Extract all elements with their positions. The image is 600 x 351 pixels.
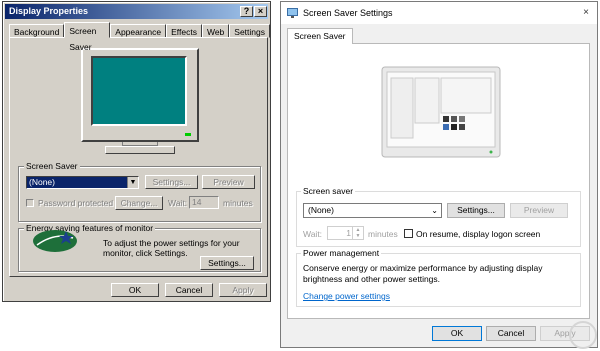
monitor-preview <box>381 66 501 158</box>
help-button[interactable]: ? <box>240 6 253 17</box>
ok-button[interactable]: OK <box>432 326 482 341</box>
preview-screen <box>91 56 187 126</box>
screen-saver-settings-window: Screen Saver Settings × Screen Saver Scr… <box>280 1 598 349</box>
logon-checkbox[interactable] <box>404 229 413 238</box>
title-bar: Display Properties ? × <box>5 4 268 19</box>
tab-background[interactable]: Background <box>9 24 65 38</box>
monitor-stand <box>105 146 175 154</box>
screen-saver-panel: Screen saver (None) ⌄ Settings... Previe… <box>287 43 590 319</box>
group-label: Screen saver <box>301 186 356 196</box>
wait-label: Wait: <box>303 229 323 239</box>
cancel-button[interactable]: Cancel <box>165 283 213 297</box>
chevron-down-icon[interactable]: ⌄ <box>431 204 438 217</box>
wait-value: 1 <box>346 228 351 238</box>
tab-screen-saver[interactable]: Screen Saver <box>64 22 111 52</box>
close-icon[interactable]: × <box>583 2 589 24</box>
apply-button[interactable]: Apply <box>219 283 267 297</box>
window-title: Display Properties <box>9 6 89 16</box>
close-button[interactable]: × <box>254 6 267 17</box>
password-checkbox[interactable] <box>26 199 34 207</box>
cancel-button[interactable]: Cancel <box>486 326 536 341</box>
power-led-icon <box>185 133 191 136</box>
watermark-icon <box>569 321 597 349</box>
energy-settings-button[interactable]: Settings... <box>200 256 254 270</box>
window-title: Screen Saver Settings <box>303 8 393 18</box>
tab-screen-saver[interactable]: Screen Saver <box>287 28 353 44</box>
group-label: Power management <box>301 248 382 258</box>
tab-effects[interactable]: Effects <box>166 24 202 38</box>
ok-button[interactable]: OK <box>111 283 159 297</box>
tab-appearance[interactable]: Appearance <box>110 24 167 38</box>
minutes-label: minutes <box>223 198 253 208</box>
preview-button[interactable]: Preview <box>202 175 255 189</box>
display-properties-window: Display Properties ? × Background Screen… <box>2 1 271 302</box>
wait-spinner[interactable]: 14 <box>189 196 219 209</box>
screen-saver-select[interactable]: (None) ▼ <box>26 176 139 189</box>
preview-button[interactable]: Preview <box>510 203 568 218</box>
logon-label: On resume, display logon screen <box>416 229 541 239</box>
selected-value: (None) <box>29 177 55 187</box>
change-power-settings-link[interactable]: Change power settings <box>303 291 390 301</box>
wait-spinner[interactable]: 1 ▲ ▼ <box>327 226 364 240</box>
power-management-group: Power management Conserve energy or maxi… <box>296 248 581 307</box>
tab-strip: Background Screen Saver Appearance Effec… <box>9 22 270 52</box>
change-button[interactable]: Change... <box>115 196 163 210</box>
energy-description: To adjust the power settings for your mo… <box>103 238 240 258</box>
group-label: Screen Saver <box>24 161 80 171</box>
tab-settings[interactable]: Settings <box>229 24 270 38</box>
spinner-arrows-icon[interactable]: ▲ ▼ <box>352 227 363 239</box>
title-bar: Screen Saver Settings × <box>281 2 597 24</box>
settings-button[interactable]: Settings... <box>145 175 198 189</box>
chevron-down-icon[interactable]: ▼ <box>127 177 138 188</box>
energy-star-logo <box>33 230 77 252</box>
selected-value: (None) <box>308 205 334 215</box>
settings-button[interactable]: Settings... <box>447 203 505 218</box>
wait-value: 14 <box>192 197 202 207</box>
monitor-preview <box>81 48 199 142</box>
password-label: Password protected <box>38 198 114 208</box>
power-description: Conserve energy or maximize performance … <box>303 263 543 284</box>
wait-label: Wait: <box>168 198 188 208</box>
minutes-label: minutes <box>368 229 398 239</box>
screen-saver-select[interactable]: (None) ⌄ <box>303 203 442 218</box>
screen-saver-group: Screen Saver (None) ▼ Settings... Previe… <box>18 161 261 222</box>
monitor-icon <box>287 8 298 18</box>
screen-saver-group: Screen saver (None) ⌄ Settings... Previe… <box>296 186 581 247</box>
tab-web[interactable]: Web <box>201 24 230 38</box>
